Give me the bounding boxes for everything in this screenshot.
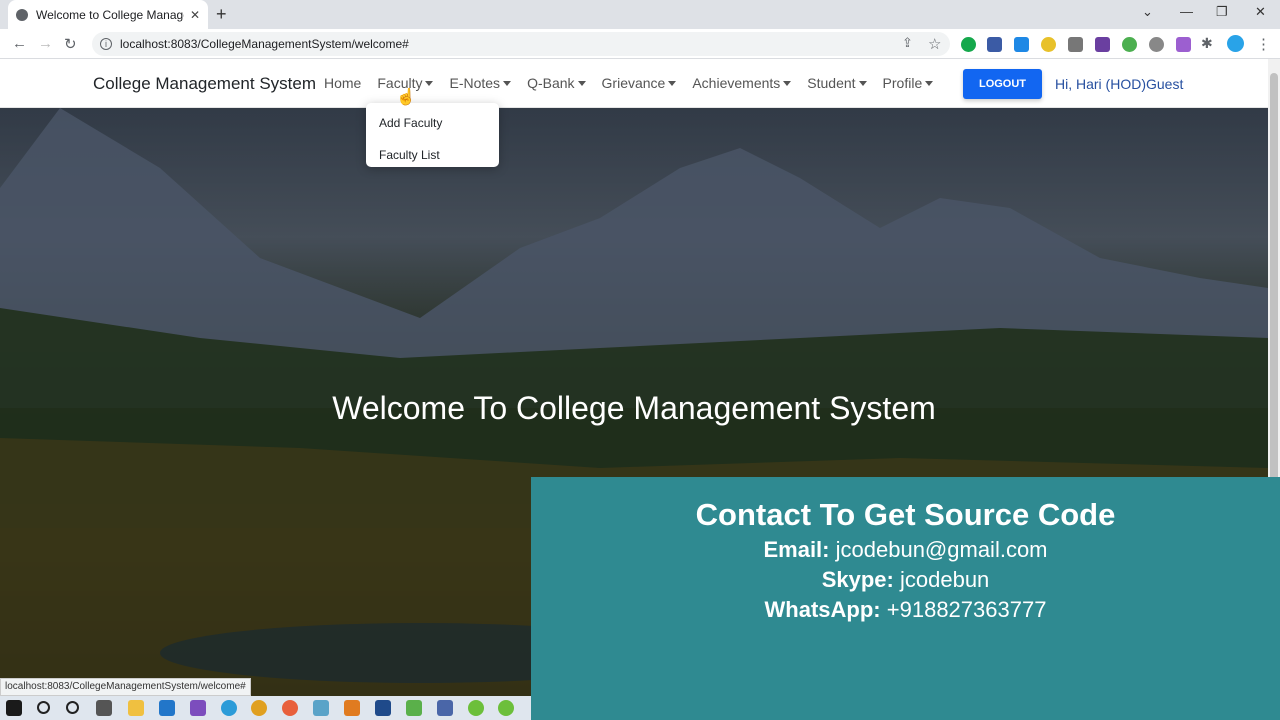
edge-icon[interactable]	[221, 700, 237, 716]
cortana-icon[interactable]	[66, 701, 79, 714]
bookmark-star-icon[interactable]: ☆	[928, 35, 941, 53]
top-navbar: College Management System Home Faculty E…	[0, 59, 1268, 108]
extension-flask-icon[interactable]	[1095, 37, 1110, 52]
contact-banner: Contact To Get Source Code Email: jcodeb…	[531, 477, 1280, 720]
browser-menu-icon[interactable]: ⋮	[1256, 35, 1271, 53]
user-greeting[interactable]: Hi, Hari (HOD)Guest	[1055, 76, 1183, 92]
extension-color-icon[interactable]	[1041, 37, 1056, 52]
nav-home[interactable]: Home	[324, 75, 361, 91]
file-explorer-icon[interactable]	[128, 700, 144, 716]
reload-icon[interactable]: ↻	[64, 35, 77, 53]
caret-down-icon	[858, 81, 867, 86]
nav-profile-label: Profile	[882, 75, 923, 91]
vscode-icon[interactable]	[159, 700, 175, 716]
search-icon[interactable]	[37, 701, 50, 714]
new-tab-icon[interactable]: +	[216, 4, 227, 25]
nav-student-label: Student	[807, 75, 856, 91]
minimize-icon[interactable]: —	[1180, 4, 1193, 19]
skype-label: Skype:	[821, 567, 894, 592]
spring-tool-icon[interactable]	[498, 700, 514, 716]
nav-qbank-label: Q-Bank	[527, 75, 575, 91]
nav-achievements-dropdown[interactable]: Achievements	[692, 75, 792, 91]
tab-title: Welcome to College Managemen	[36, 7, 184, 22]
nav-enotes-dropdown[interactable]: E-Notes	[449, 75, 512, 91]
tab-search-icon[interactable]: ⌄	[1142, 4, 1153, 20]
close-window-icon[interactable]: ✕	[1255, 4, 1266, 20]
extension-f-icon[interactable]	[1014, 37, 1029, 52]
caret-down-icon	[425, 81, 434, 86]
maximize-icon[interactable]: ❐	[1216, 4, 1228, 20]
nav-qbank-dropdown[interactable]: Q-Bank	[527, 75, 586, 91]
forward-icon[interactable]: →	[38, 35, 53, 52]
caret-down-icon	[925, 81, 934, 86]
caret-down-icon	[503, 81, 512, 86]
nav-grievance-label: Grievance	[601, 75, 666, 91]
caret-down-icon	[783, 81, 792, 86]
os-taskbar	[0, 696, 531, 720]
app-icon[interactable]	[375, 700, 391, 716]
whatsapp-label: WhatsApp:	[764, 597, 881, 622]
windows-start-icon[interactable]	[6, 700, 22, 716]
nav-student-dropdown[interactable]: Student	[807, 75, 867, 91]
profile-avatar-icon[interactable]	[1227, 35, 1244, 52]
nav-profile-dropdown[interactable]: Profile	[883, 75, 934, 91]
sublime-icon[interactable]	[344, 700, 360, 716]
slack-icon[interactable]	[313, 700, 329, 716]
close-tab-icon[interactable]: ✕	[190, 8, 200, 22]
contact-email-line: Email: jcodebun@gmail.com	[531, 537, 1280, 563]
url-bar[interactable]: i localhost:8083/CollegeManagementSystem…	[92, 32, 950, 56]
nav-achievements-label: Achievements	[692, 75, 781, 91]
dropdown-item-faculty-list[interactable]: Faculty List	[366, 142, 499, 174]
browser-tab[interactable]: Welcome to College Managemen ✕	[8, 0, 208, 29]
skype-value: jcodebun	[899, 567, 990, 592]
extension-pen-icon[interactable]	[1176, 37, 1191, 52]
caret-down-icon	[668, 81, 677, 86]
chrome-icon[interactable]	[251, 700, 267, 716]
nav-grievance-dropdown[interactable]: Grievance	[602, 75, 677, 91]
contact-heading: Contact To Get Source Code	[695, 497, 1116, 532]
dropdown-item-add-faculty[interactable]: Add Faculty	[366, 110, 499, 142]
back-icon[interactable]: ←	[12, 35, 27, 52]
brand-title[interactable]: College Management System	[93, 74, 316, 94]
status-bar-url: localhost:8083/CollegeManagementSystem/w…	[0, 678, 251, 696]
extension-badge-icon[interactable]	[1149, 37, 1164, 52]
caret-down-icon	[577, 81, 586, 86]
task-view-icon[interactable]	[96, 700, 112, 716]
globe-icon	[16, 8, 28, 21]
download-extension-icon[interactable]	[987, 37, 1002, 52]
firefox-icon[interactable]	[282, 700, 298, 716]
camera-extension-icon[interactable]	[1068, 37, 1083, 52]
nav-enotes-label: E-Notes	[449, 75, 501, 91]
eclipse-icon[interactable]	[437, 700, 453, 716]
faculty-dropdown-menu: Add Faculty Faculty List	[366, 103, 499, 167]
logout-button[interactable]: LOGOUT	[963, 69, 1042, 99]
share-icon[interactable]: ⇪	[902, 35, 913, 51]
address-toolbar: ← → ↻ i localhost:8083/CollegeManagement…	[0, 29, 1280, 59]
grammarly-extension-icon[interactable]	[961, 37, 976, 52]
hand-cursor-icon: ☝	[396, 89, 416, 106]
browser-tab-bar: Welcome to College Managemen ✕ + ⌄ — ❐ ✕	[0, 0, 1280, 29]
site-info-icon[interactable]: i	[100, 38, 112, 50]
contact-skype-line: Skype: jcodebun	[531, 567, 1280, 593]
whatsapp-value: +918827363777	[886, 597, 1047, 622]
scrollbar-thumb[interactable]	[1270, 73, 1278, 533]
notepad-icon[interactable]	[406, 700, 422, 716]
visual-studio-icon[interactable]	[190, 700, 206, 716]
email-value: jcodebun@gmail.com	[835, 537, 1048, 562]
extension-bug-icon[interactable]	[1122, 37, 1137, 52]
spring-icon[interactable]	[468, 700, 484, 716]
url-text: localhost:8083/CollegeManagementSystem/w…	[120, 37, 409, 51]
extensions-puzzle-icon[interactable]: ✱	[1201, 35, 1213, 52]
email-label: Email:	[763, 537, 830, 562]
contact-whatsapp-line: WhatsApp: +918827363777	[531, 597, 1280, 623]
hero-title: Welcome To College Management System	[332, 390, 936, 426]
